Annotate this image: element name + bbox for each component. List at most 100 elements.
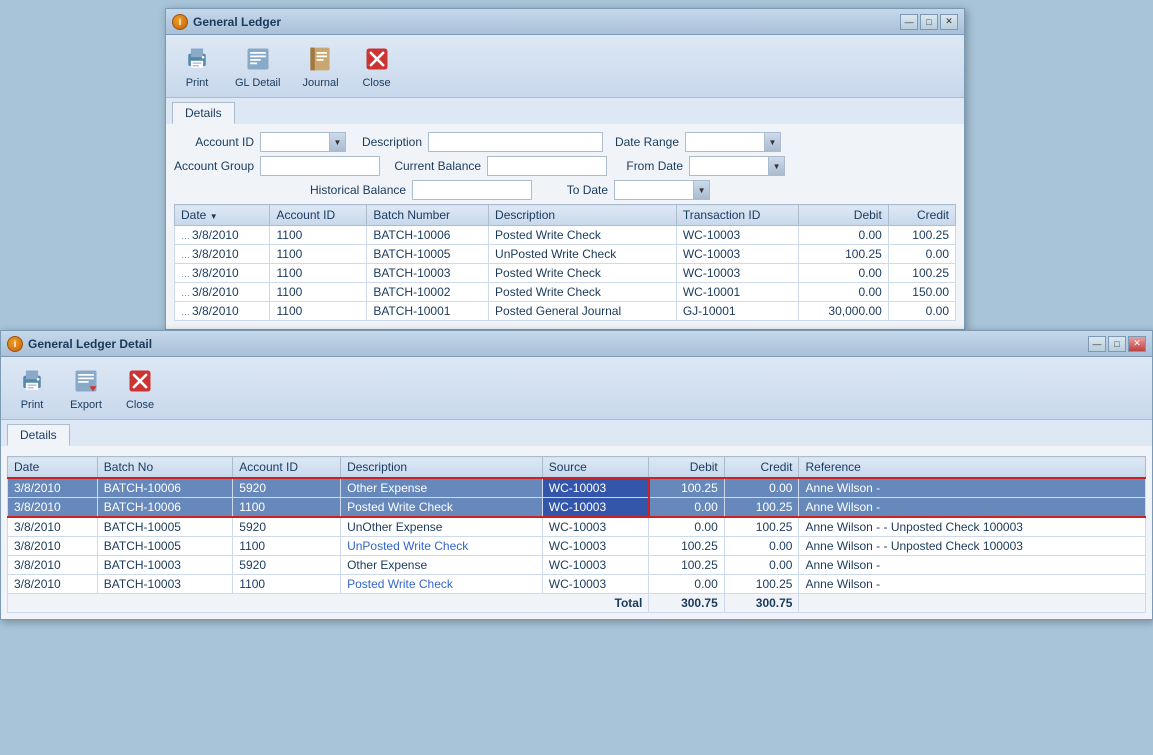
gld-cell-account: 1100 <box>233 537 341 556</box>
gld-cell-credit: 0.00 <box>724 478 799 498</box>
gl-cell-credit: 100.25 <box>888 264 955 283</box>
gl-details-tab[interactable]: Details <box>172 102 235 124</box>
gld-cell-date: 3/8/2010 <box>8 556 98 575</box>
gl-table-row[interactable]: …3/8/2010 1100 BATCH-10002 Posted Write … <box>175 283 956 302</box>
gl-cell-txn: WC-10001 <box>676 283 798 302</box>
gld-col-debit[interactable]: Debit <box>649 457 724 479</box>
gld-details-tab[interactable]: Details <box>7 424 70 446</box>
gld-col-batch[interactable]: Batch No <box>97 457 233 479</box>
close-button[interactable]: ✕ <box>940 14 958 30</box>
gl-table-row[interactable]: …3/8/2010 1100 BATCH-10003 Posted Write … <box>175 264 956 283</box>
gl-window-controls: — □ ✕ <box>900 14 958 30</box>
account-id-input[interactable]: 1100 <box>260 132 330 152</box>
gld-cell-ref: Anne Wilson - <box>799 478 1146 498</box>
gld-cell-ref: Anne Wilson - - Unposted Check 100003 <box>799 517 1146 537</box>
gld-cell-batch: BATCH-10005 <box>97 537 233 556</box>
to-date-label: To Date <box>538 183 608 197</box>
gl-table-row[interactable]: …3/8/2010 1100 BATCH-10001 Posted Genera… <box>175 302 956 321</box>
gld-col-account[interactable]: Account ID <box>233 457 341 479</box>
historical-balance-input[interactable]: 29,749.75 <box>412 180 532 200</box>
gld-cell-date: 3/8/2010 <box>8 498 98 518</box>
gld-cell-account: 1100 <box>233 575 341 594</box>
gld-close-button[interactable]: ✕ <box>1128 336 1146 352</box>
gld-cell-source: WC-10003 <box>542 556 649 575</box>
gld-cell-ref: Anne Wilson - <box>799 575 1146 594</box>
gld-cell-source: WC-10003 <box>542 537 649 556</box>
gl-window-icon: i <box>172 14 188 30</box>
col-transaction-id[interactable]: Transaction ID <box>676 205 798 226</box>
gld-maximize-button[interactable]: □ <box>1108 336 1126 352</box>
gld-table-row[interactable]: 3/8/2010 BATCH-10006 5920 Other Expense … <box>8 478 1146 498</box>
col-date[interactable]: Date ▼ <box>175 205 270 226</box>
to-date-select-wrap: 1/1/2100 ▼ <box>614 180 710 200</box>
total-credit: 300.75 <box>724 594 799 613</box>
from-date-input[interactable]: 1/1/1900 <box>689 156 769 176</box>
print-button[interactable]: Print <box>174 39 220 93</box>
export-button[interactable]: Export <box>63 361 109 415</box>
gld-close-btn[interactable]: Close <box>117 361 163 415</box>
gl-table-row[interactable]: …3/8/2010 1100 BATCH-10005 UnPosted Writ… <box>175 245 956 264</box>
gld-print-button[interactable]: Print <box>9 361 55 415</box>
gl-cell-account: 1100 <box>270 226 367 245</box>
gld-cell-debit: 0.00 <box>649 498 724 518</box>
gld-col-credit[interactable]: Credit <box>724 457 799 479</box>
date-range-arrow[interactable]: ▼ <box>765 132 781 152</box>
gld-table-row[interactable]: 3/8/2010 BATCH-10003 1100 Posted Write C… <box>8 575 1146 594</box>
gld-minimize-button[interactable]: — <box>1088 336 1106 352</box>
gld-col-desc[interactable]: Description <box>341 457 543 479</box>
gl-form-row3: Historical Balance 29,749.75 To Date 1/1… <box>174 180 956 200</box>
gld-table-row[interactable]: 3/8/2010 BATCH-10003 5920 Other Expense … <box>8 556 1146 575</box>
gl-cell-date: …3/8/2010 <box>175 302 270 321</box>
gld-cell-batch: BATCH-10005 <box>97 517 233 537</box>
from-date-select-wrap: 1/1/1900 ▼ <box>689 156 785 176</box>
gld-table-row[interactable]: 3/8/2010 BATCH-10006 1100 Posted Write C… <box>8 498 1146 518</box>
gld-cell-credit: 100.25 <box>724 498 799 518</box>
gld-cell-credit: 0.00 <box>724 537 799 556</box>
gld-window-title: General Ledger Detail <box>28 337 152 351</box>
gl-form-row1: Account ID 1100 ▼ Description Checking D… <box>174 132 956 152</box>
gl-title-bar: i General Ledger — □ ✕ <box>166 9 964 35</box>
gld-col-source[interactable]: Source <box>542 457 649 479</box>
gl-cell-debit: 0.00 <box>799 226 889 245</box>
gld-print-label: Print <box>21 399 44 411</box>
gld-table-row[interactable]: 3/8/2010 BATCH-10005 5920 UnOther Expens… <box>8 517 1146 537</box>
gld-content: Date Batch No Account ID Description Sou… <box>1 446 1152 619</box>
account-id-arrow[interactable]: ▼ <box>330 132 346 152</box>
gld-cell-debit: 100.25 <box>649 537 724 556</box>
gld-col-date[interactable]: Date <box>8 457 98 479</box>
gld-cell-batch: BATCH-10003 <box>97 556 233 575</box>
gld-table-row[interactable]: 3/8/2010 BATCH-10005 1100 UnPosted Write… <box>8 537 1146 556</box>
gl-close-button[interactable]: Close <box>354 39 400 93</box>
col-debit[interactable]: Debit <box>799 205 889 226</box>
col-batch-number[interactable]: Batch Number <box>367 205 489 226</box>
to-date-input[interactable]: 1/1/2100 <box>614 180 694 200</box>
gl-cell-debit: 100.25 <box>799 245 889 264</box>
gld-cell-desc: Other Expense <box>341 556 543 575</box>
gl-table-row[interactable]: …3/8/2010 1100 BATCH-10006 Posted Write … <box>175 226 956 245</box>
gld-cell-debit: 0.00 <box>649 517 724 537</box>
gl-cell-txn: GJ-10001 <box>676 302 798 321</box>
to-date-arrow[interactable]: ▼ <box>694 180 710 200</box>
col-credit[interactable]: Credit <box>888 205 955 226</box>
gl-cell-date: …3/8/2010 <box>175 245 270 264</box>
col-account-id[interactable]: Account ID <box>270 205 367 226</box>
gld-col-reference[interactable]: Reference <box>799 457 1146 479</box>
gl-form-row2: Account Group Cash Accounts Current Bala… <box>174 156 956 176</box>
from-date-arrow[interactable]: ▼ <box>769 156 785 176</box>
gl-cell-desc: Posted Write Check <box>489 226 677 245</box>
date-range-input[interactable]: All Dates <box>685 132 765 152</box>
current-balance-input[interactable]: 29,749.75 <box>487 156 607 176</box>
gl-detail-button[interactable]: GL Detail <box>228 39 287 93</box>
maximize-button[interactable]: □ <box>920 14 938 30</box>
gl-cell-account: 1100 <box>270 302 367 321</box>
account-id-label: Account ID <box>174 135 254 149</box>
gl-cell-account: 1100 <box>270 245 367 264</box>
gl-cell-date: …3/8/2010 <box>175 283 270 302</box>
description-input[interactable]: Checking <box>428 132 603 152</box>
account-group-input[interactable]: Cash Accounts <box>260 156 380 176</box>
gl-cell-debit: 0.00 <box>799 283 889 302</box>
gl-detail-icon <box>242 43 274 75</box>
minimize-button[interactable]: — <box>900 14 918 30</box>
col-description[interactable]: Description <box>489 205 677 226</box>
journal-button[interactable]: Journal <box>295 39 345 93</box>
